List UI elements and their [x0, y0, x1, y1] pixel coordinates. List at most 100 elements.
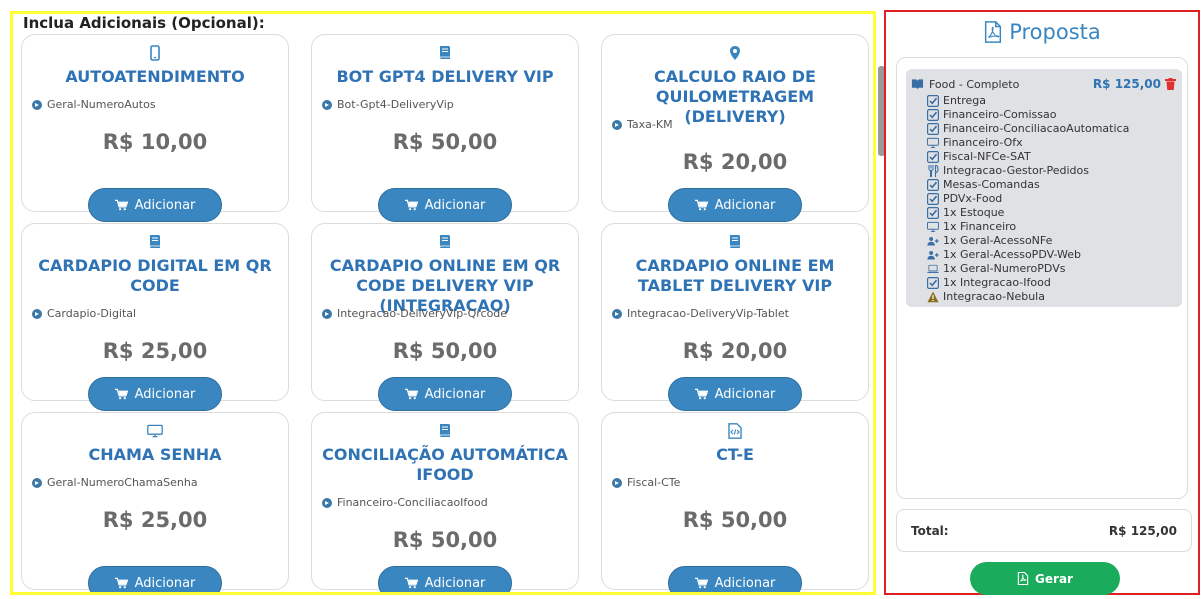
addon-code-text: Bot-Gpt4-DeliveryVip: [337, 98, 454, 111]
proposta-item-label: Financeiro-ConciliacaoAutomatica: [943, 122, 1130, 135]
addon-card: CALCULO RAIO DE QUILOMETRAGEM (DELIVERY)…: [601, 34, 869, 222]
addon-price: R$ 50,00: [392, 339, 498, 363]
addon-title: CONCILIAÇÃO AUTOMÁTICA IFOOD: [322, 445, 568, 484]
monitor-icon: [927, 137, 939, 149]
addon-code-text: Financeiro-ConciliacaoIfood: [337, 496, 488, 509]
adicionar-button[interactable]: Adicionar: [668, 566, 802, 592]
addon-card: CONCILIAÇÃO AUTOMÁTICA IFOOD Financeiro-C…: [311, 412, 579, 592]
addon-code-text: Cardapio-Digital: [47, 307, 137, 320]
group-price: R$ 125,00: [1092, 77, 1161, 91]
cart-icon: [114, 199, 128, 211]
adicionar-label: Adicionar: [424, 575, 486, 591]
user-plus-icon: [927, 235, 939, 247]
adicionar-button[interactable]: Adicionar: [88, 188, 222, 222]
addon-card: AUTOATENDIMENTO Geral-NumeroAutos R$ 10,00…: [21, 34, 289, 222]
addon-code-text: Integracao-DeliveryVip-Tablet: [627, 307, 789, 320]
proposta-item: Mesas-Comandas: [927, 178, 1040, 192]
trash-icon[interactable]: [1165, 78, 1176, 90]
adicionar-button[interactable]: Adicionar: [378, 188, 512, 222]
addon-code: Integracao-DeliveryVip-Tablet: [612, 307, 789, 320]
proposta-item-label: Fiscal-NFCe-SAT: [943, 150, 1031, 163]
arrow-circle-right-icon: [612, 477, 622, 488]
addon-card: CARDAPIO ONLINE EM TABLET DELIVERY VIP In…: [601, 223, 869, 411]
check-icon: [927, 95, 939, 107]
adicionar-label: Adicionar: [424, 386, 486, 402]
cart-icon: [404, 388, 418, 400]
addon-code-text: Geral-NumeroAutos: [47, 98, 156, 111]
proposta-item: PDVx-Food: [927, 192, 1002, 206]
arrow-circle-right-icon: [322, 99, 332, 110]
warning-icon: [927, 291, 939, 303]
addon-code: Integracao-DeliveryVip-Qrcode: [322, 307, 507, 320]
adicionar-label: Adicionar: [134, 386, 196, 402]
proposta-item: 1x Estoque: [927, 206, 1004, 220]
gerar-button[interactable]: Gerar: [970, 562, 1120, 595]
proposta-item-label: 1x Geral-NumeroPDVs: [943, 262, 1066, 275]
addon-code-text: Geral-NumeroChamaSenha: [47, 476, 198, 489]
group-header: Food - Completo R$ 125,00: [911, 77, 1176, 91]
addon-price: R$ 25,00: [102, 339, 208, 363]
proposta-items-box: Food - Completo R$ 125,00 Entrega Finance…: [896, 57, 1188, 499]
adicionar-button[interactable]: Adicionar: [88, 566, 222, 592]
adicionar-button[interactable]: Adicionar: [378, 377, 512, 411]
proposta-item: Entrega: [927, 94, 986, 108]
addon-code: Cardapio-Digital: [32, 307, 136, 320]
proposta-item: 1x Geral-AcessoPDV-Web: [927, 248, 1081, 262]
addon-title: AUTOATENDIMENTO: [65, 67, 245, 86]
total-value: R$ 125,00: [1108, 523, 1177, 538]
arrow-circle-right-icon: [32, 477, 42, 488]
total-label: Total:: [911, 523, 949, 538]
addon-code: Financeiro-ConciliacaoIfood: [322, 496, 488, 509]
book-icon: [602, 234, 868, 252]
addon-card: CARDAPIO ONLINE EM QR CODE DELIVERY VIP …: [311, 223, 579, 411]
proposta-item-label: 1x Financeiro: [943, 220, 1017, 233]
cutlery-icon: [927, 165, 939, 177]
addon-card: CHAMA SENHA Geral-NumeroChamaSenha R$ 25,0…: [21, 412, 289, 592]
book-icon: [312, 234, 578, 252]
cart-icon: [694, 199, 708, 211]
adicionais-panel: Inclua Adicionais (Opcional): AUTOATENDI…: [10, 11, 876, 595]
addon-price: R$ 20,00: [682, 339, 788, 363]
addon-price: R$ 50,00: [682, 508, 788, 532]
check-icon: [927, 151, 939, 163]
cart-icon: [114, 388, 128, 400]
check-icon: [927, 109, 939, 121]
addon-title: CHAMA SENHA: [88, 445, 222, 464]
addon-price: R$ 10,00: [102, 130, 208, 154]
adicionar-button[interactable]: Adicionar: [378, 566, 512, 592]
section-title: Inclua Adicionais (Opcional):: [23, 14, 265, 32]
proposta-item-label: 1x Integracao-Ifood: [943, 276, 1051, 289]
cart-icon: [694, 577, 708, 589]
arrow-circle-right-icon: [612, 119, 622, 130]
group-name: Food - Completo: [929, 77, 1020, 91]
check-icon: [927, 193, 939, 205]
adicionar-button[interactable]: Adicionar: [668, 377, 802, 411]
proposta-item-label: PDVx-Food: [943, 192, 1003, 205]
addon-price: R$ 50,00: [392, 528, 498, 552]
book-icon: [22, 234, 288, 252]
adicionar-button[interactable]: Adicionar: [88, 377, 222, 411]
adicionar-button[interactable]: Adicionar: [668, 188, 802, 222]
proposta-item: Integracao-Gestor-Pedidos: [927, 164, 1089, 178]
mobile-icon: [22, 45, 288, 63]
adicionar-label: Adicionar: [134, 575, 196, 591]
addon-code-text: Integracao-DeliveryVip-Qrcode: [337, 307, 508, 320]
addon-title: CT-E: [716, 445, 754, 464]
proposta-panel: Proposta Food - Completo R$ 125,00 Entre…: [884, 10, 1200, 595]
adicionar-label: Adicionar: [134, 197, 196, 213]
adicionar-label: Adicionar: [714, 197, 776, 213]
proposta-item: 1x Financeiro: [927, 220, 1016, 234]
proposta-item-label: 1x Geral-AcessoPDV-Web: [943, 248, 1081, 261]
cart-icon: [114, 577, 128, 589]
addon-code: Fiscal-CTe: [612, 476, 680, 489]
proposta-item-label: Entrega: [943, 94, 987, 107]
proposta-item-label: Financeiro-Comissao: [943, 108, 1057, 121]
proposta-item-label: Integracao-Nebula: [943, 290, 1045, 303]
proposta-item: Integracao-Nebula: [927, 290, 1045, 304]
addon-title: BOT GPT4 DELIVERY VIP: [336, 67, 554, 86]
proposta-item-label: Integracao-Gestor-Pedidos: [943, 164, 1089, 177]
proposta-title: Proposta: [886, 20, 1198, 44]
pdf-file-icon: [985, 21, 1002, 43]
proposta-item: Financeiro-ConciliacaoAutomatica: [927, 122, 1129, 136]
proposta-title-text: Proposta: [1009, 20, 1101, 44]
